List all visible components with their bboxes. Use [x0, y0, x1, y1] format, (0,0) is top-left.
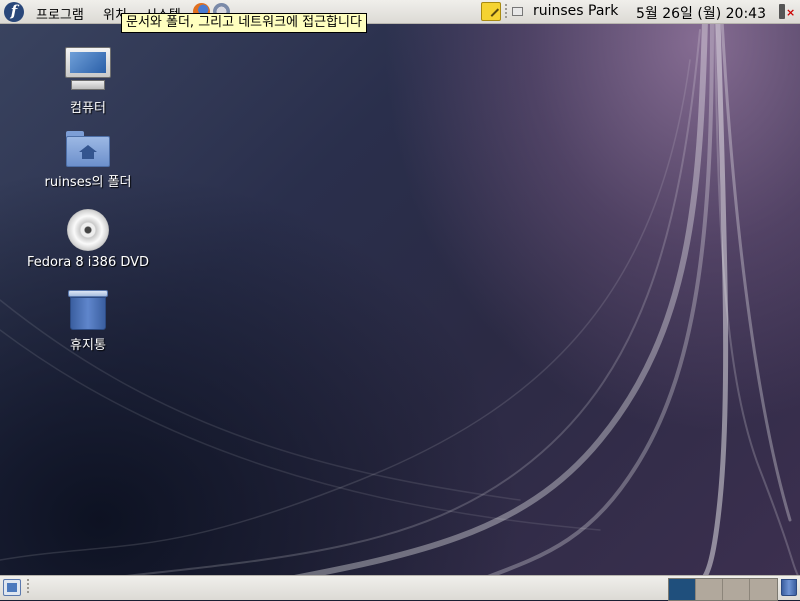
desktop-icon-computer[interactable]: 컴퓨터: [13, 47, 163, 116]
workspace-2[interactable]: [696, 579, 723, 600]
fedora-logo-icon[interactable]: f: [4, 2, 24, 22]
desktop-icon-label: 휴지통: [70, 338, 106, 353]
workspace-3[interactable]: [723, 579, 750, 600]
mute-indicator-icon: ×: [786, 6, 796, 19]
desktop-icon-home-folder[interactable]: ruinses의 폴더: [13, 131, 163, 190]
panel-handle[interactable]: [27, 579, 29, 595]
user-name[interactable]: ruinses Park: [533, 3, 618, 19]
panel-handle[interactable]: [505, 4, 507, 20]
desktop-icon-label: Fedora 8 i386 DVD: [26, 255, 150, 270]
places-tooltip: 문서와 폴더, 그리고 네트워크에 접근합니다: [121, 13, 367, 33]
workspace-1[interactable]: [669, 579, 696, 600]
volume-icon[interactable]: [779, 4, 785, 19]
computer-icon: [65, 47, 111, 93]
trash-applet-icon[interactable]: [781, 579, 797, 596]
user-switch-icon: [512, 7, 523, 16]
notes-icon[interactable]: [481, 2, 501, 21]
workspace-switcher[interactable]: [668, 578, 778, 601]
home-folder-icon: [66, 131, 110, 167]
desktop-icon-trash[interactable]: 휴지통: [13, 290, 163, 353]
desktop-icon-dvd[interactable]: Fedora 8 i386 DVD: [13, 209, 163, 270]
workspace-4[interactable]: [750, 579, 777, 600]
clock[interactable]: 5월 26일 (월) 20:43: [636, 3, 766, 23]
top-panel: f 프로그램 위치 시스템 ruinses Park 5월 26일 (월) 20…: [0, 0, 800, 24]
menu-applications[interactable]: 프로그램: [36, 4, 84, 23]
desktop-icon-label: ruinses의 폴더: [44, 175, 132, 190]
dvd-icon: [67, 209, 109, 251]
show-desktop-icon[interactable]: [3, 579, 21, 596]
trash-icon: [68, 290, 108, 330]
bottom-panel: [0, 575, 800, 601]
desktop-icon-label: 컴퓨터: [70, 101, 106, 116]
